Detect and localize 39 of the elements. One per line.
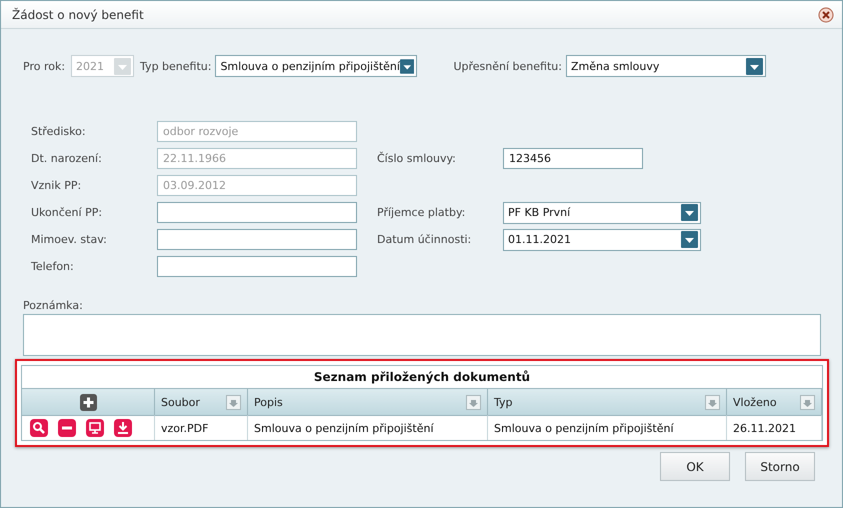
dropdown[interactable]: Změna smlouvy bbox=[566, 55, 766, 77]
dropdown[interactable]: PF KB První bbox=[503, 202, 701, 224]
window-title: Žádost o nový benefit bbox=[12, 8, 144, 22]
field-label: Typ benefitu: bbox=[140, 60, 212, 72]
field-label: Pro rok: bbox=[23, 60, 66, 72]
dropdown[interactable]: Smlouva o penzijním připojištění bbox=[215, 55, 418, 77]
field-label: Datum účinnosti: bbox=[377, 233, 472, 246]
search-icon[interactable] bbox=[30, 419, 48, 437]
minus-icon[interactable] bbox=[58, 419, 76, 437]
column-header[interactable]: Popis bbox=[248, 389, 488, 415]
field-label: Upřesnění benefitu: bbox=[453, 60, 562, 72]
close-icon[interactable] bbox=[818, 6, 834, 22]
field-label: Poznámka: bbox=[23, 299, 84, 312]
input-field[interactable] bbox=[157, 202, 357, 223]
field-label: Ukončení PP: bbox=[31, 206, 104, 219]
download-icon[interactable] bbox=[114, 419, 132, 437]
field-label: Telefon: bbox=[31, 260, 75, 273]
column-header[interactable]: Vloženo bbox=[727, 389, 822, 415]
note-field[interactable] bbox=[23, 314, 821, 356]
field-label: Mimoev. stav: bbox=[31, 233, 108, 246]
ok-button[interactable]: OK bbox=[660, 452, 730, 481]
column-header[interactable]: Soubor bbox=[155, 389, 248, 415]
input-field[interactable]: 123456 bbox=[503, 148, 643, 169]
table-cell: vzor.PDF bbox=[155, 415, 248, 440]
input-field[interactable] bbox=[157, 256, 357, 277]
field-label: Vznik PP: bbox=[31, 179, 82, 192]
table-cell: Smlouva o penzijním připojištění bbox=[248, 415, 488, 440]
field-label: Dt. narození: bbox=[31, 152, 103, 165]
monitor-icon[interactable] bbox=[86, 419, 104, 437]
table-cell: Smlouva o penzijním připojištění bbox=[488, 415, 727, 440]
add-icon[interactable] bbox=[80, 394, 96, 410]
cancel-button[interactable]: Storno bbox=[745, 452, 815, 481]
input-field[interactable] bbox=[157, 229, 357, 250]
table-cell: 26.11.2021 bbox=[727, 415, 822, 440]
column-header[interactable]: Typ bbox=[488, 389, 727, 415]
field-label: Středisko: bbox=[31, 125, 87, 138]
dropdown[interactable]: 01.11.2021 bbox=[503, 228, 701, 250]
field-label: Příjemce platby: bbox=[377, 206, 466, 219]
field-label: Číslo smlouvy: bbox=[377, 152, 457, 165]
